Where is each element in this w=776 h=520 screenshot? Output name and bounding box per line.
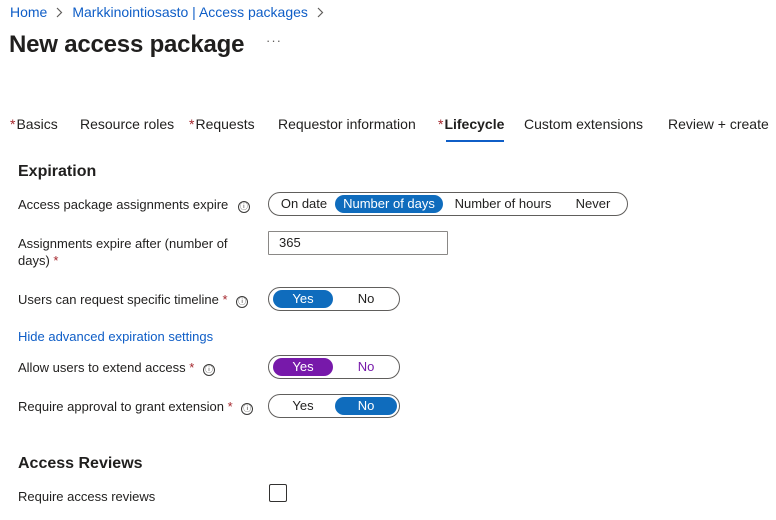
expiration-section-title: Expiration [18,163,97,180]
breadcrumb-access-packages-link[interactable]: Markkinointiosasto | Access packages [72,4,308,20]
expire-after-label-line2: days) [18,253,50,268]
option-yes[interactable]: Yes [273,397,333,415]
chevron-right-icon [317,7,324,18]
option-number-of-days[interactable]: Number of days [335,195,443,213]
tab-resource-roles[interactable]: Resource roles [80,114,174,146]
specific-timeline-toggle: Yes No [268,287,400,311]
required-marker: * [10,116,16,132]
assignments-expire-choice: On date Number of days Number of hours N… [268,192,628,216]
more-options-icon[interactable]: ··· [266,33,282,48]
approval-extension-label: Require approval to grant extension * ⓘ [18,398,254,415]
tab-label: Requestor information [278,116,416,132]
tab-review-create[interactable]: Review + create [668,114,769,146]
expire-after-label: Assignments expire after (number of days… [18,235,228,269]
option-number-of-hours[interactable]: Number of hours [447,195,559,213]
required-marker: * [438,116,444,132]
tab-basics[interactable]: *Basics [10,114,58,146]
option-no[interactable]: No [335,290,397,308]
breadcrumb: Home Markkinointiosasto | Access package… [10,3,333,21]
required-marker: * [189,360,195,375]
assignments-expire-text: Access package assignments expire [18,197,229,212]
required-marker: * [53,253,59,268]
specific-timeline-text: Users can request specific timeline [18,292,219,307]
tab-requests[interactable]: *Requests [189,114,255,146]
specific-timeline-label: Users can request specific timeline * ⓘ [18,291,249,308]
extend-access-label: Allow users to extend access * ⓘ [18,359,215,376]
tab-label: Lifecycle [444,116,505,132]
option-no[interactable]: No [335,358,397,376]
require-reviews-label: Require access reviews [18,489,156,504]
option-no[interactable]: No [335,397,397,415]
assignments-expire-label: Access package assignments expire ⓘ [18,196,250,213]
tab-label: Review + create [668,116,769,132]
info-icon[interactable]: ⓘ [241,403,254,415]
option-yes[interactable]: Yes [273,358,333,376]
required-marker: * [222,292,228,307]
chevron-right-icon [56,7,63,18]
tab-custom-extensions[interactable]: Custom extensions [524,114,643,146]
tab-requestor-information[interactable]: Requestor information [278,114,416,146]
option-never[interactable]: Never [563,195,623,213]
extend-access-text: Allow users to extend access [18,360,186,375]
expire-after-label-line1: Assignments expire after (number of [18,236,228,251]
hide-advanced-settings-link[interactable]: Hide advanced expiration settings [18,329,213,344]
tab-label: Basics [16,116,58,132]
approval-extension-text: Require approval to grant extension [18,399,224,414]
access-reviews-section-title: Access Reviews [18,455,143,472]
option-yes[interactable]: Yes [273,290,333,308]
require-reviews-checkbox[interactable] [269,484,287,502]
option-on-date[interactable]: On date [273,195,335,213]
required-marker: * [189,116,195,132]
expire-days-input[interactable]: 365 [268,231,448,255]
info-icon[interactable]: ⓘ [237,201,250,213]
required-marker: * [227,399,233,414]
tab-label: Custom extensions [524,116,644,132]
tab-label: Resource roles [80,116,175,132]
breadcrumb-home-link[interactable]: Home [10,4,47,20]
info-icon[interactable]: ⓘ [236,296,249,308]
wizard-tabs: *Basics Resource roles *Requests Request… [0,114,776,146]
tab-label: Requests [195,116,255,132]
page-title: New access package [9,31,245,58]
info-icon[interactable]: ⓘ [202,364,215,376]
tab-lifecycle[interactable]: *Lifecycle [438,114,505,146]
approval-extension-toggle: Yes No [268,394,400,418]
extend-access-toggle: Yes No [268,355,400,379]
